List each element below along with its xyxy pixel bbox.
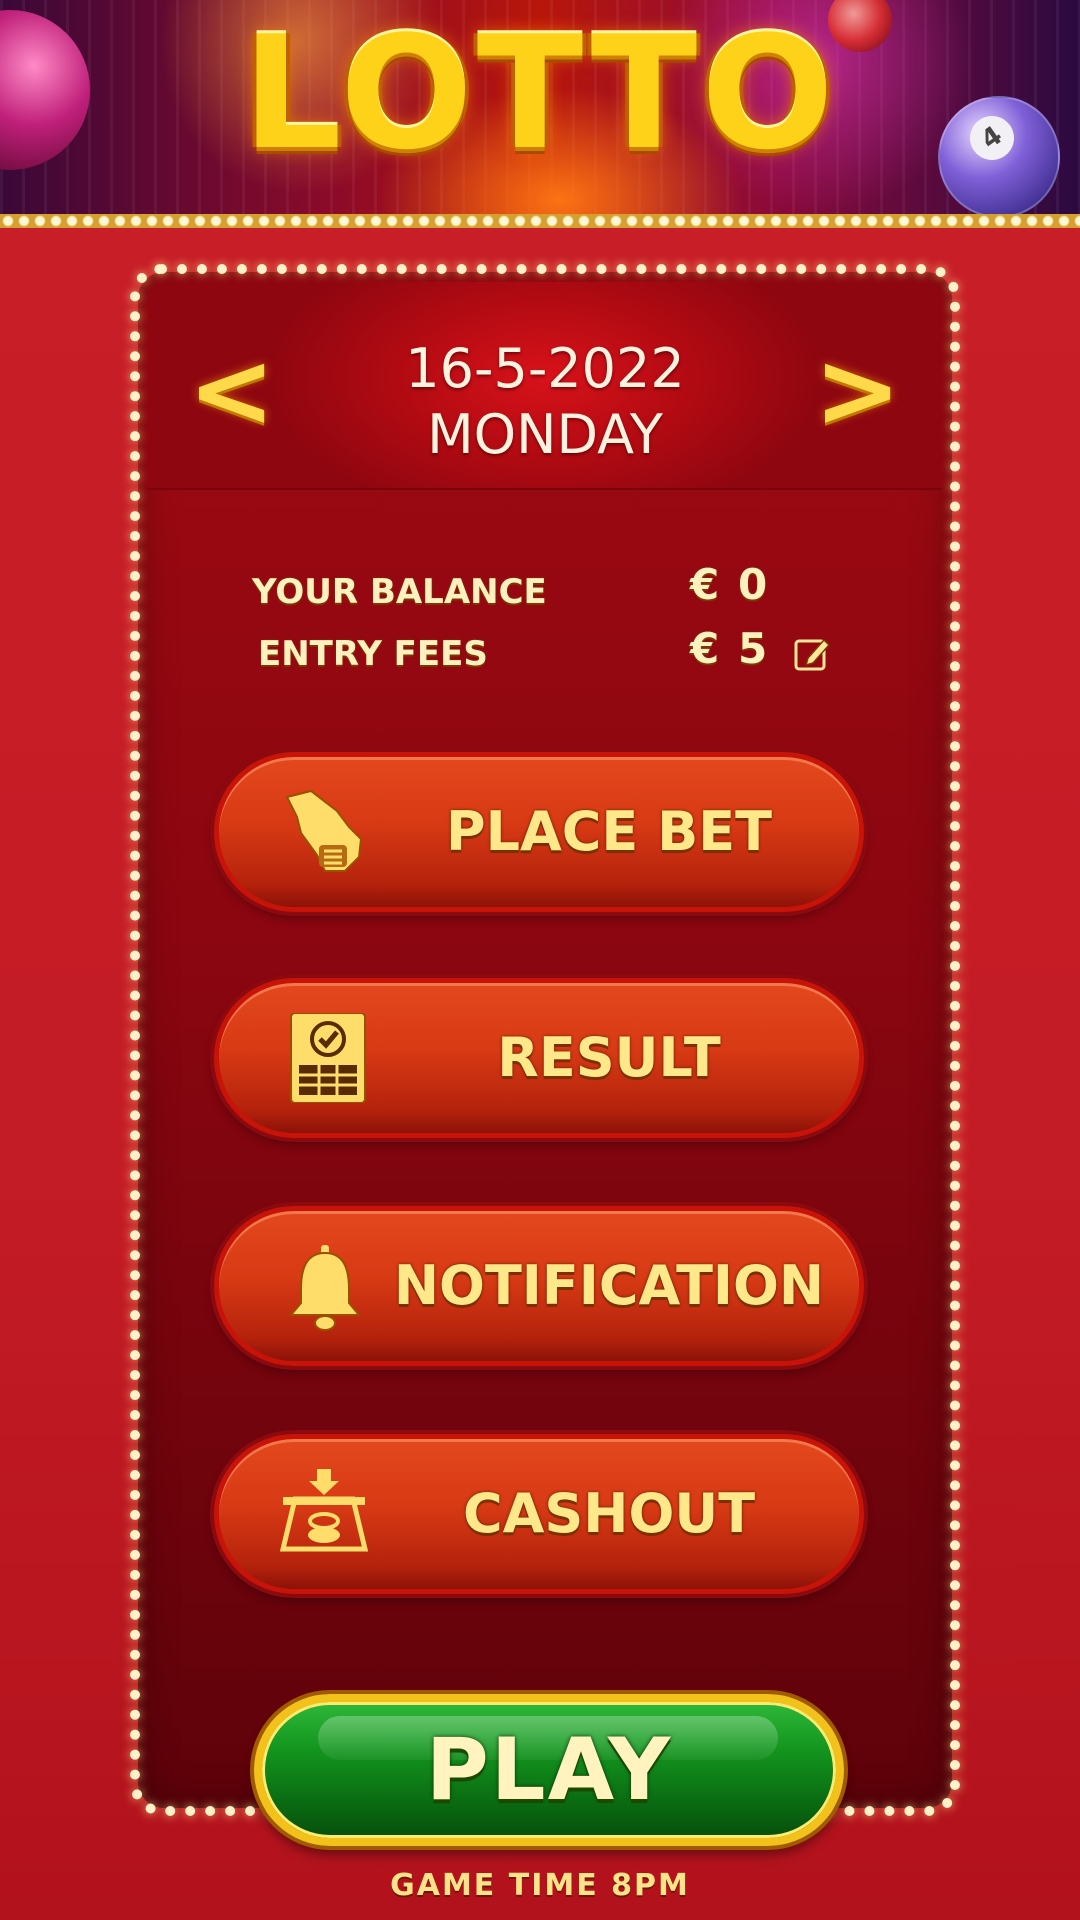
hand-coin-icon (279, 787, 369, 877)
next-date-button[interactable]: > (814, 338, 901, 450)
bell-icon (279, 1241, 369, 1331)
play-button[interactable]: PLAY (254, 1694, 844, 1846)
entry-fees-label: ENTRY FEES (258, 634, 488, 674)
entry-fees-currency: € (690, 624, 720, 673)
edit-icon[interactable] (792, 634, 832, 674)
marquee-lights-strip (0, 214, 1080, 228)
notification-label: NOTIFICATION (393, 1254, 825, 1317)
lotto-logo: LOTTO (242, 2, 838, 184)
balance-currency: € (690, 560, 720, 609)
header-banner: 4 LOTTO (0, 0, 1080, 224)
result-ticket-icon (279, 1012, 369, 1104)
prev-date-button[interactable]: < (188, 338, 275, 450)
entry-fees-value: 5 (738, 624, 768, 673)
cashout-label: CASHOUT (462, 1482, 756, 1545)
result-button[interactable]: RESULT (214, 978, 864, 1138)
cashout-button[interactable]: CASHOUT (214, 1434, 864, 1594)
date-value: 16-5-2022 (405, 337, 685, 400)
game-time-text: GAME TIME 8PM (390, 1868, 690, 1903)
play-label: PLAY (425, 1720, 673, 1820)
place-bet-button[interactable]: PLACE BET (214, 752, 864, 912)
date-display: 16-5-2022 MONDAY (348, 336, 742, 468)
balance-label: YOUR BALANCE (252, 572, 547, 612)
main-panel: < 16-5-2022 MONDAY > YOUR BALANCE € 0 EN… (130, 264, 960, 1816)
cashout-icon (279, 1469, 369, 1559)
date-selector: < 16-5-2022 MONDAY > (148, 282, 942, 490)
balance-value: 0 (738, 560, 768, 609)
result-label: RESULT (497, 1026, 721, 1089)
place-bet-label: PLACE BET (446, 800, 772, 863)
notification-button[interactable]: NOTIFICATION (214, 1206, 864, 1366)
weekday-value: MONDAY (427, 403, 663, 466)
